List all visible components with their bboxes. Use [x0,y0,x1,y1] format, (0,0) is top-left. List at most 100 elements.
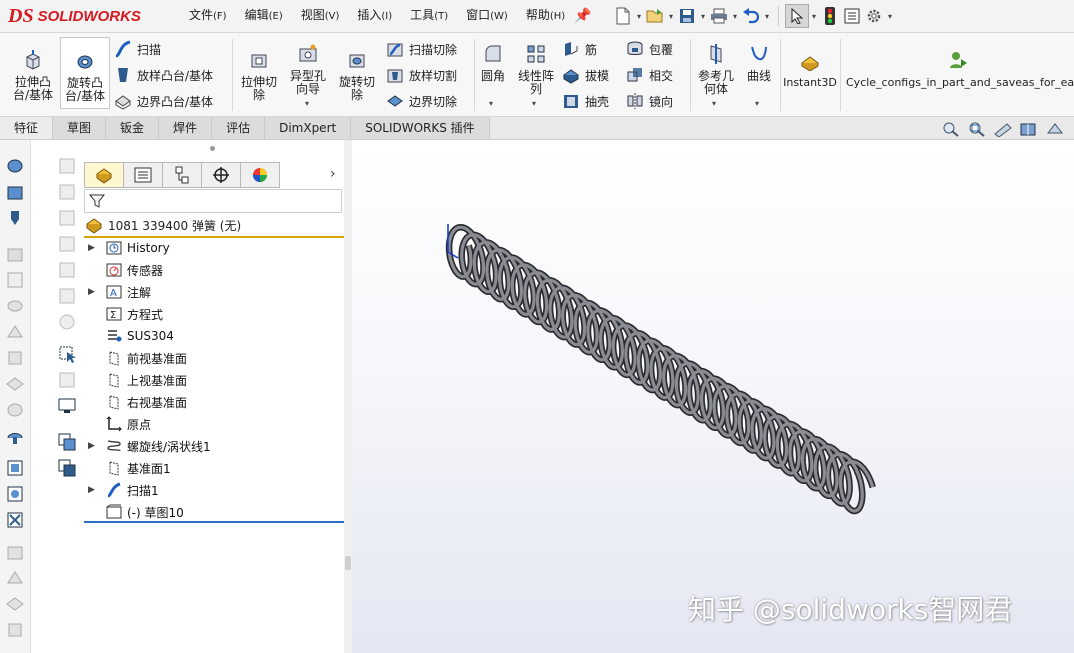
macro-cycle-configs-button[interactable]: Cycle_configs_in_part_and_saveas_for_eac… [846,49,1074,89]
gray-sketch-icon[interactable] [57,312,77,332]
save-dropdown-icon[interactable]: ▾ [698,12,708,21]
gray-sketch-icon[interactable] [57,208,77,228]
display-icon[interactable] [57,396,77,416]
tree-item-sketch10[interactable]: (-) 草图10 [88,502,184,522]
tab-evaluate[interactable]: 评估 [212,117,266,139]
gray-feature-icon[interactable] [5,348,25,368]
boss-icon[interactable] [5,208,25,228]
graphics-area[interactable] [352,140,1074,653]
zoom-to-area-icon[interactable] [966,121,988,137]
options-gear-icon[interactable] [863,5,885,27]
linear-pattern-button[interactable]: 线性阵 列 [514,43,558,96]
hole-feature-icon[interactable] [5,426,25,446]
tree-item-top-plane[interactable]: 上视基准面 [88,370,187,390]
part-icon[interactable] [5,510,25,530]
tab-features[interactable]: 特征 [0,117,54,139]
reference-geometry-dropdown-icon[interactable]: ▾ [712,99,716,108]
menu-edit[interactable]: 编辑(E) [236,0,292,32]
fillet-dropdown-icon[interactable]: ▾ [489,99,493,108]
loft-boss-button[interactable]: 放样凸台/基体 [114,64,213,86]
gray-feature-icon[interactable] [5,594,25,614]
save-icon[interactable] [676,5,698,27]
gray-feature-icon[interactable] [5,322,25,342]
gray-feature-icon[interactable] [5,542,25,562]
panel-grip-dot[interactable] [210,146,215,151]
gray-sketch-icon[interactable] [57,260,77,280]
tab-solidworks-addins[interactable]: SOLIDWORKS 插件 [351,117,490,139]
hole-wizard-button[interactable]: 异型孔 向导 [285,43,331,96]
tree-filter[interactable] [84,189,342,213]
tree-item-sweep1[interactable]: ▶ 扫描1 [88,480,159,500]
view-orientation-icon[interactable] [1044,121,1066,137]
menu-tools[interactable]: 工具(T) [401,0,457,32]
shell-button[interactable]: 抽壳 [562,90,609,112]
tree-item-front-plane[interactable]: 前视基准面 [88,348,187,368]
expand-arrow-icon[interactable]: ▶ [88,243,100,253]
extrude-cut-button[interactable]: 拉伸切 除 [236,49,282,102]
mirror-button[interactable]: 镜向 [626,90,673,112]
previous-view-icon[interactable] [992,121,1014,137]
intersect-button[interactable]: 相交 [626,64,673,86]
rib-button[interactable]: 筋 [562,38,597,60]
gray-feature-icon[interactable] [5,244,25,264]
draft-button[interactable]: 拔模 [562,64,609,86]
panel-splitter[interactable] [344,140,352,653]
gray-feature-icon[interactable] [5,400,25,420]
swept-cut-button[interactable]: 扫描切除 [386,38,457,60]
menu-help[interactable]: 帮助(H) [517,0,574,32]
tab-sheet-metal[interactable]: 钣金 [106,117,160,139]
spring-model[interactable] [352,140,1074,653]
new-dropdown-icon[interactable]: ▾ [634,12,644,21]
gray-tool-icon[interactable] [57,370,77,390]
linear-pattern-dropdown-icon[interactable]: ▾ [532,99,536,108]
menu-window[interactable]: 窗口(W) [457,0,517,32]
file-properties-icon[interactable] [841,5,863,27]
options-dropdown-icon[interactable]: ▾ [885,12,895,21]
rollback-bar[interactable] [84,521,344,523]
wrap-button[interactable]: 包覆 [626,38,673,60]
tab-weldments[interactable]: 焊件 [159,117,213,139]
select-cursor-icon[interactable] [785,4,809,28]
print-icon[interactable] [708,5,730,27]
copy-feature-icon[interactable] [57,432,77,452]
boundary-boss-button[interactable]: 边界凸台/基体 [114,90,213,112]
fillet-button[interactable]: 圆角 [476,43,510,83]
dimxpertmanager-tab[interactable] [201,162,240,188]
extrude-icon[interactable] [5,182,25,202]
tree-item-material[interactable]: SUS304 [88,326,174,346]
part-icon[interactable] [5,484,25,504]
part-icon[interactable] [5,458,25,478]
gray-feature-icon[interactable] [5,296,25,316]
gray-feature-icon[interactable] [5,568,25,588]
section-view-icon[interactable] [1018,121,1040,137]
gray-feature-icon[interactable] [5,620,25,640]
pin-icon[interactable]: 📌 [574,8,591,24]
reference-geometry-button[interactable]: 参考几 何体 [694,43,738,96]
boundary-cut-button[interactable]: 边界切除 [386,90,457,112]
sweep-button[interactable]: 扫描 [114,38,161,60]
tree-item-helix[interactable]: ▶ 螺旋线/涡状线1 [88,436,211,456]
propertymanager-tab[interactable] [123,162,162,188]
featuremanager-tab[interactable] [84,162,123,188]
revolve-boss-button[interactable]: 旋转凸 台/基体 [60,37,110,109]
configurationmanager-tab[interactable] [162,162,201,188]
curves-dropdown-icon[interactable]: ▾ [755,99,759,108]
tree-item-origin[interactable]: 原点 [88,414,151,434]
undo-dropdown-icon[interactable]: ▾ [762,12,772,21]
tab-dimxpert[interactable]: DimXpert [265,117,352,139]
new-document-icon[interactable] [612,5,634,27]
select-tool-icon[interactable] [57,344,77,364]
displaymanager-tab[interactable] [240,162,280,188]
gray-sketch-icon[interactable] [57,182,77,202]
revolve-icon[interactable] [5,156,25,176]
menu-insert[interactable]: 插入(I) [348,0,401,32]
open-dropdown-icon[interactable]: ▾ [666,12,676,21]
rebuild-traffic-light-icon[interactable] [819,5,841,27]
filter-funnel-icon[interactable] [89,193,105,209]
tree-item-equations[interactable]: Σ 方程式 [88,304,163,324]
print-dropdown-icon[interactable]: ▾ [730,12,740,21]
lofted-cut-button[interactable]: 放样切割 [386,64,457,86]
instant3d-button[interactable]: Instant3D [782,49,838,89]
gray-sketch-icon[interactable] [57,234,77,254]
expand-arrow-icon[interactable]: ▶ [88,441,100,451]
